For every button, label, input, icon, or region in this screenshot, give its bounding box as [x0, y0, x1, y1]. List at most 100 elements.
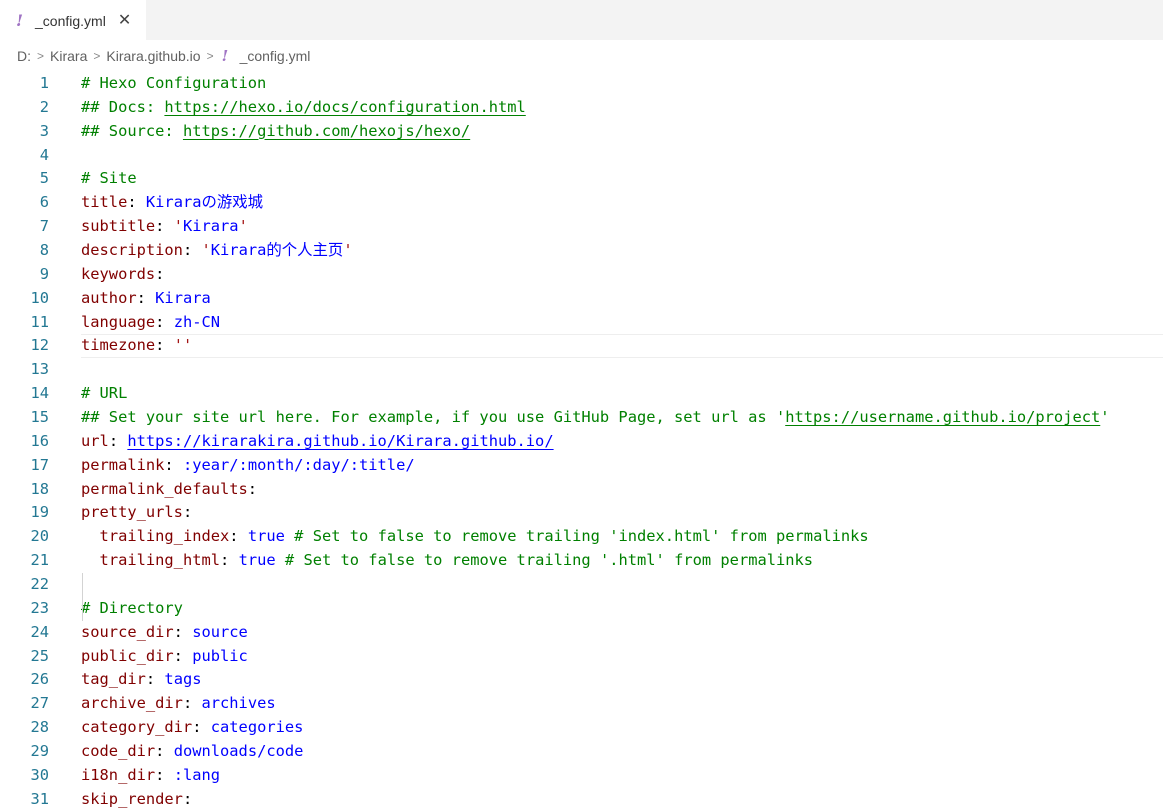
code-line[interactable]: 9 keywords:: [0, 263, 1163, 287]
code-token: description: [81, 241, 183, 260]
code-text: title: Kiraraの游戏城: [81, 191, 263, 215]
code-line[interactable]: 17 permalink: :year/:month/:day/:title/: [0, 454, 1163, 478]
code-line[interactable]: 4: [0, 144, 1163, 168]
code-link[interactable]: https://hexo.io/docs/configuration.html: [164, 98, 525, 116]
code-token: :: [247, 479, 258, 498]
code-token: permalink_defaults: [81, 479, 248, 498]
code-line[interactable]: 29 code_dir: downloads/code: [0, 740, 1163, 764]
code-token: tags: [164, 670, 202, 689]
code-token: :: [182, 789, 193, 808]
code-token: ': [1100, 408, 1110, 427]
code-text: # Directory: [81, 597, 183, 621]
code-token: :: [155, 765, 174, 784]
code-link[interactable]: https://github.com/hexojs/hexo/: [183, 122, 470, 140]
code-line[interactable]: 10 author: Kirara: [0, 287, 1163, 311]
code-line[interactable]: 16 url: https://kirarakira.github.io/Kira…: [0, 430, 1163, 454]
code-line[interactable]: 19 pretty_urls:: [0, 501, 1163, 525]
code-token: trailing_html: [99, 551, 221, 570]
code-token: :: [182, 241, 202, 260]
code-token: ': [343, 241, 353, 260]
code-line[interactable]: 2 ## Docs: https://hexo.io/docs/configura…: [0, 96, 1163, 120]
code-link[interactable]: https://username.github.io/project: [785, 408, 1100, 426]
code-token: # Hexo Configuration: [81, 74, 267, 92]
code-line[interactable]: 8 description: 'Kirara的个人主页': [0, 239, 1163, 263]
code-line[interactable]: 30 i18n_dir: :lang: [0, 764, 1163, 788]
code-text: archive_dir: archives: [81, 692, 276, 716]
indent-guide: [82, 573, 83, 621]
code-line[interactable]: 20 trailing_index: true # Set to false t…: [0, 525, 1163, 549]
code-line[interactable]: 28 category_dir: categories: [0, 716, 1163, 740]
code-line[interactable]: 7 subtitle: 'Kirara': [0, 215, 1163, 239]
code-line[interactable]: 27 archive_dir: archives: [0, 692, 1163, 716]
code-token: zh-CN: [173, 312, 221, 331]
editor-tab-config[interactable]: ! _config.yml ✕: [0, 0, 146, 40]
line-number: 3: [39, 121, 49, 140]
line-number: 26: [30, 670, 49, 689]
code-line[interactable]: 13: [0, 358, 1163, 382]
code-text: description: 'Kirara的个人主页': [81, 239, 353, 263]
code-text: keywords:: [81, 263, 164, 287]
line-number: 23: [30, 598, 49, 617]
code-text: pretty_urls:: [81, 501, 192, 525]
code-text: tag_dir: tags: [81, 668, 202, 692]
code-token: timezone: [81, 336, 156, 355]
code-line[interactable]: 15 ## Set your site url here. For example…: [0, 406, 1163, 430]
code-token: '': [173, 336, 193, 355]
code-token: subtitle: [81, 217, 156, 236]
code-text: ## Set your site url here. For example, …: [81, 406, 1110, 430]
code-token: :: [136, 288, 156, 307]
code-token: :: [145, 670, 165, 689]
code-line[interactable]: 3 ## Source: https://github.com/hexojs/he…: [0, 120, 1163, 144]
code-token: :: [155, 336, 174, 355]
line-number: 20: [30, 527, 49, 546]
code-editor[interactable]: 1 # Hexo Configuration 2 ## Docs: https://h…: [0, 72, 1163, 812]
code-line[interactable]: 5 # Site: [0, 167, 1163, 191]
line-number: 12: [30, 336, 49, 355]
chevron-right-icon: >: [206, 49, 214, 63]
code-token: # Directory: [81, 598, 183, 617]
code-token: :: [182, 694, 202, 713]
breadcrumb-drive[interactable]: D:: [17, 48, 31, 64]
breadcrumb-file[interactable]: _config.yml: [240, 48, 311, 64]
line-number: 14: [30, 384, 49, 403]
line-number: 8: [39, 241, 49, 260]
code-token: # Set to false to remove trailing '.html…: [275, 551, 814, 570]
line-number: 6: [39, 193, 49, 212]
code-line[interactable]: 1 # Hexo Configuration: [0, 72, 1163, 96]
code-line[interactable]: 31 skip_render:: [0, 788, 1163, 812]
code-line[interactable]: 22: [0, 573, 1163, 597]
code-line[interactable]: 14 # URL: [0, 382, 1163, 406]
code-line[interactable]: 26 tag_dir: tags: [0, 668, 1163, 692]
yaml-file-icon: !: [221, 47, 229, 65]
code-token: ## Docs:: [81, 97, 165, 116]
code-token: ': [238, 217, 248, 236]
code-line[interactable]: 25 public_dir: public: [0, 645, 1163, 669]
code-token: :year/:month/:day/:title/: [182, 455, 415, 474]
breadcrumb-folder-kirara[interactable]: Kirara: [50, 48, 87, 64]
code-token: true: [238, 551, 276, 570]
code-line[interactable]: 11 language: zh-CN: [0, 311, 1163, 335]
code-link[interactable]: https://kirarakira.github.io/Kirara.gith…: [127, 432, 553, 450]
code-token: i18n_dir: [81, 765, 156, 784]
code-text: trailing_html: true # Set to false to re…: [81, 549, 814, 573]
code-line[interactable]: 21 trailing_html: true # Set to false to…: [0, 549, 1163, 573]
code-line[interactable]: 23 # Directory: [0, 597, 1163, 621]
breadcrumb-folder-repo[interactable]: Kirara.github.io: [106, 48, 200, 64]
line-number: 29: [30, 742, 49, 761]
tab-bar: ! _config.yml ✕: [0, 0, 1163, 40]
line-number: 22: [30, 575, 49, 594]
code-token: :: [173, 646, 193, 665]
code-line[interactable]: 24 source_dir: source: [0, 621, 1163, 645]
code-token: true: [247, 527, 285, 546]
code-text: subtitle: 'Kirara': [81, 215, 248, 239]
code-token: :: [220, 551, 239, 570]
yaml-file-icon: !: [16, 11, 24, 30]
code-token: :: [229, 527, 248, 546]
code-token: :: [155, 742, 174, 761]
code-line[interactable]: 6 title: Kiraraの游戏城: [0, 191, 1163, 215]
line-number: 28: [30, 718, 49, 737]
code-line[interactable]: 18 permalink_defaults:: [0, 478, 1163, 502]
code-line[interactable]: 12 timezone: '': [0, 334, 1163, 359]
line-number: 15: [30, 408, 49, 427]
close-icon[interactable]: ✕: [118, 12, 131, 29]
